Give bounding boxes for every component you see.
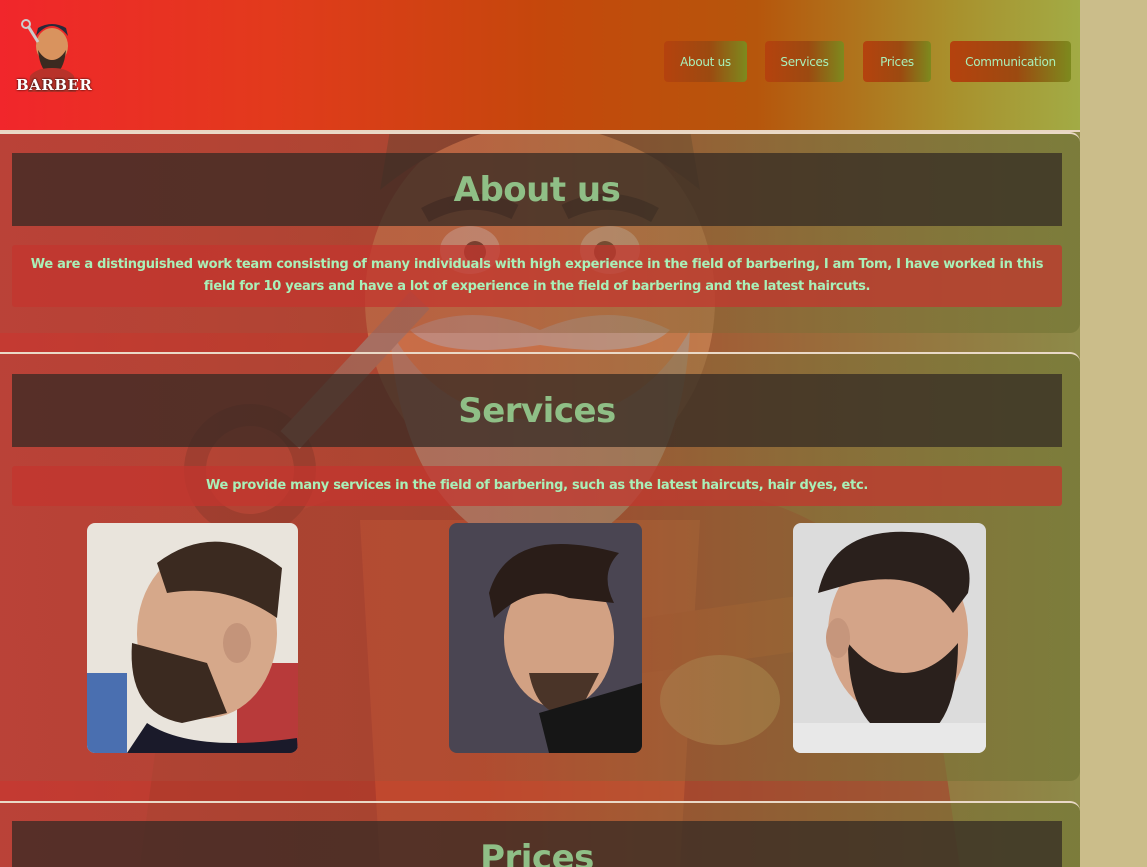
services-text: We provide many services in the field of… bbox=[205, 478, 869, 493]
service-photo-3[interactable] bbox=[793, 523, 986, 753]
haircut-side-fade-photo-icon bbox=[87, 523, 298, 753]
service-photo-1[interactable] bbox=[87, 523, 298, 753]
nav-prices-button[interactable]: Prices bbox=[863, 41, 931, 82]
prices-title: Prices bbox=[480, 837, 594, 867]
about-text: We are a distinguished work team consist… bbox=[30, 257, 1044, 294]
haircut-pompadour-photo-icon bbox=[449, 523, 642, 753]
services-title: Services bbox=[458, 390, 616, 431]
site-header: BARBER About us Services Prices Communic… bbox=[0, 0, 1080, 132]
nav-communication-button[interactable]: Communication bbox=[950, 41, 1071, 82]
prices-section: Prices bbox=[0, 801, 1080, 867]
about-text-bar: We are a distinguished work team consist… bbox=[12, 245, 1062, 307]
service-photo-2[interactable] bbox=[449, 523, 642, 753]
prices-title-bar: Prices bbox=[12, 821, 1062, 867]
nav-services-button[interactable]: Services bbox=[765, 41, 844, 82]
logo-text: BARBER bbox=[16, 76, 93, 94]
page: BARBER About us Services Prices Communic… bbox=[0, 0, 1080, 867]
services-title-bar: Services bbox=[12, 374, 1062, 447]
about-section: About us We are a distinguished work tea… bbox=[0, 132, 1080, 333]
services-text-bar: We provide many services in the field of… bbox=[12, 466, 1062, 506]
nav-about-us-button[interactable]: About us bbox=[664, 41, 747, 82]
haircut-quiff-beard-photo-icon bbox=[793, 523, 986, 753]
about-title-bar: About us bbox=[12, 153, 1062, 226]
about-title: About us bbox=[453, 169, 621, 210]
